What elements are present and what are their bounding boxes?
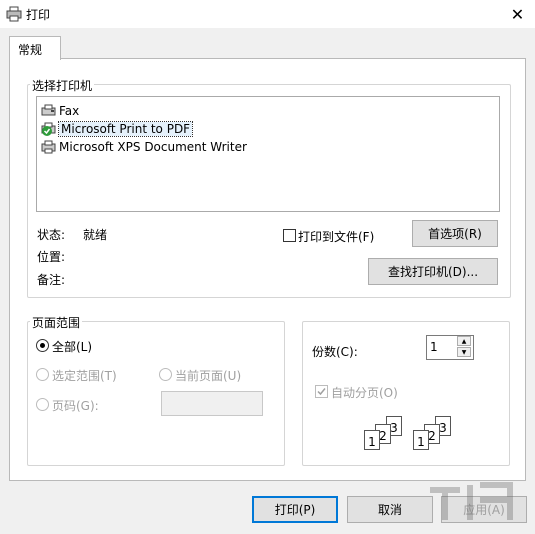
page-range-pages-label[interactable]: 页码(G): (52, 397, 99, 414)
chevron-up-icon: ▲ (461, 337, 467, 345)
printer-name: Microsoft XPS Document Writer (59, 140, 247, 154)
status-value: 就绪 (83, 228, 108, 242)
comment-label: 备注: (37, 273, 66, 287)
copies-spinner[interactable]: ▲ ▼ (457, 336, 471, 357)
printer-list[interactable]: Fax Microsoft Print to PDF Microsoft XPS… (36, 96, 500, 212)
printer-item-microsoft-print-to-pdf[interactable]: Microsoft Print to PDF (41, 121, 194, 137)
page-range-selection-radio[interactable] (36, 368, 49, 381)
fax-printer-icon (41, 104, 56, 116)
page-range-all-radio[interactable] (36, 339, 49, 352)
tab-general[interactable]: 常规 (9, 36, 61, 60)
close-icon: ✕ (510, 4, 525, 24)
copies-label: 份数(C): (312, 345, 358, 359)
collate-page: 1 (413, 430, 429, 450)
printer-name: Microsoft Print to PDF (57, 121, 194, 137)
status-label: 状态: (37, 228, 66, 242)
copies-value: 1 (430, 340, 438, 354)
printer-icon (41, 140, 56, 154)
preferences-button[interactable]: 首选项(R) (412, 220, 498, 247)
tab-label: 常规 (18, 43, 43, 57)
title-bar: 打印 ✕ (0, 0, 535, 28)
printer-item-microsoft-xps-document-writer[interactable]: Microsoft XPS Document Writer (41, 139, 247, 155)
collate-page: 1 (364, 430, 380, 450)
checkmark-icon (317, 388, 326, 396)
print-button-label: 打印(P) (274, 503, 316, 517)
page-range-current-label[interactable]: 当前页面(U) (175, 367, 241, 384)
printer-icon (6, 6, 22, 22)
find-printer-button[interactable]: 查找打印机(D)... (368, 258, 498, 285)
printer-item-fax[interactable]: Fax (41, 103, 79, 119)
watermark-logo (430, 482, 513, 520)
window-title: 打印 (26, 8, 51, 22)
printer-group-label: 选择打印机 (30, 77, 95, 94)
spin-up-button[interactable]: ▲ (457, 336, 471, 346)
page-range-group-label: 页面范围 (30, 314, 83, 331)
page-range-selection-label[interactable]: 选定范围(T) (52, 367, 117, 384)
close-button[interactable]: ✕ (500, 0, 535, 28)
find-printer-button-label: 查找打印机(D)... (387, 265, 479, 279)
collate-label[interactable]: 自动分页(O) (331, 384, 398, 401)
cancel-button-label: 取消 (377, 503, 402, 517)
spin-down-button[interactable]: ▼ (457, 347, 471, 357)
page-range-current-radio[interactable] (159, 368, 172, 381)
default-printer-icon (41, 122, 56, 136)
collate-checkbox[interactable] (315, 385, 328, 398)
print-to-file-label[interactable]: 打印到文件(F) (298, 228, 374, 245)
print-button[interactable]: 打印(P) (252, 496, 338, 523)
chevron-down-icon: ▼ (461, 348, 467, 356)
page-range-pages-radio[interactable] (36, 398, 49, 411)
page-range-all-label[interactable]: 全部(L) (52, 338, 92, 355)
print-to-file-checkbox[interactable] (283, 229, 296, 242)
pages-input[interactable] (161, 391, 263, 416)
preferences-button-label: 首选项(R) (428, 227, 482, 241)
location-label: 位置: (37, 250, 66, 264)
printer-name: Fax (59, 104, 80, 118)
